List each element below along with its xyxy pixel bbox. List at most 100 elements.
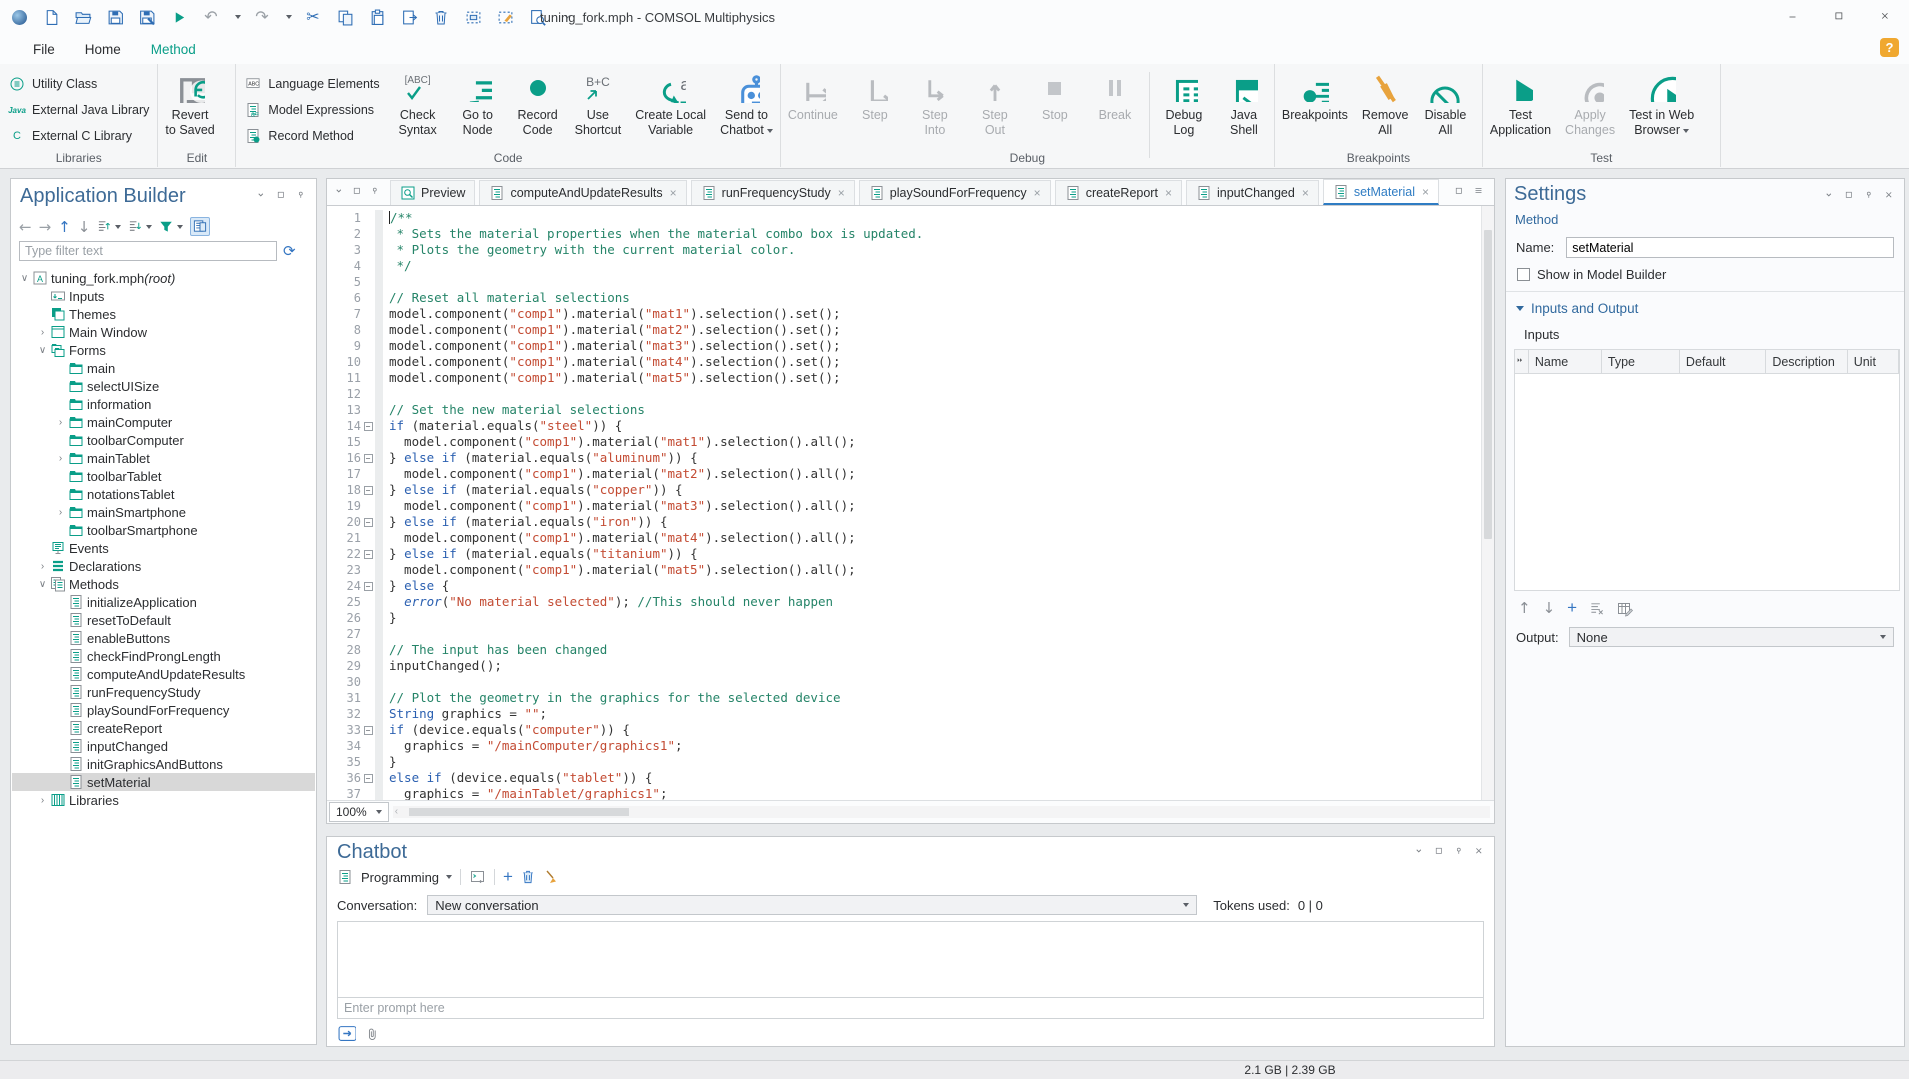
show-in-model-builder-checkbox[interactable] <box>1517 268 1530 281</box>
move-down-icon[interactable]: ↓ <box>78 218 91 236</box>
tree-item-main[interactable]: main <box>12 359 315 377</box>
add-row-icon[interactable]: + <box>1567 600 1577 618</box>
vertical-scrollbar[interactable] <box>1481 206 1494 800</box>
tab-file[interactable]: File <box>18 34 70 67</box>
new-file-button[interactable] <box>40 6 62 28</box>
test-application-button[interactable]: TestApplication <box>1483 68 1558 138</box>
close-tab-icon[interactable]: × <box>1422 185 1429 199</box>
tree-item-information[interactable]: information <box>12 395 315 413</box>
tree-item-themes[interactable]: Themes <box>12 305 315 323</box>
move-down-icon[interactable]: ↓ <box>1543 599 1556 618</box>
move-up-icon[interactable]: ↑ <box>58 218 71 236</box>
close-icon[interactable] <box>1863 0 1909 34</box>
code-editor[interactable]: 1/**2 * Sets the material properties whe… <box>327 206 1481 800</box>
select-button[interactable] <box>462 6 484 28</box>
tree-item-checkfindpronglength[interactable]: checkFindProngLength <box>12 647 315 665</box>
tree-item-notationstablet[interactable]: notationsTablet <box>12 485 315 503</box>
record-method-button[interactable]: Record Method <box>244 124 379 148</box>
fold-icon[interactable]: − <box>361 482 375 498</box>
tree-item-events[interactable]: Events <box>12 539 315 557</box>
tree-item-tuning-fork-mph[interactable]: ∨Atuning_fork.mph (root) <box>12 269 315 287</box>
chevron-down-icon[interactable] <box>257 191 268 202</box>
zoom-select[interactable]: 100% <box>329 802 389 822</box>
expand-icon[interactable]: › <box>54 453 67 464</box>
chatbot-mode-dropdown[interactable]: Programming <box>361 870 452 885</box>
inputs-table-body[interactable] <box>1515 374 1899 590</box>
test-in-web-browser-button[interactable]: Test in WebBrowser <box>1622 68 1701 138</box>
fold-icon[interactable]: − <box>361 722 375 738</box>
tab-home[interactable]: Home <box>70 34 136 67</box>
go-to-node-button[interactable]: Go toNode <box>448 68 508 138</box>
tab-list-icon[interactable] <box>1474 186 1486 198</box>
chevron-down-icon[interactable] <box>1825 191 1836 202</box>
model-expressions-button[interactable]: a=Model Expressions <box>244 98 379 122</box>
tree-item-setmaterial[interactable]: setMaterial <box>12 773 315 791</box>
undo-button[interactable]: ↶ <box>200 6 222 28</box>
close-tab-icon[interactable]: × <box>670 186 677 200</box>
close-tab-icon[interactable]: × <box>1165 186 1172 200</box>
method-name-input[interactable] <box>1566 237 1894 258</box>
tree-item-inputs[interactable]: Inputs <box>12 287 315 305</box>
duplicate-button[interactable] <box>398 6 420 28</box>
close-icon[interactable] <box>1475 847 1486 858</box>
maximize-icon[interactable] <box>1817 0 1863 34</box>
editor-tab-createreport[interactable]: createReport× <box>1055 180 1182 205</box>
clear-conversation-icon[interactable] <box>544 869 560 885</box>
inputs-and-output-section[interactable]: Inputs and Output <box>1516 301 1638 316</box>
tree-item-selectuisize[interactable]: selectUISize <box>12 377 315 395</box>
expand-icon[interactable]: › <box>36 561 49 572</box>
move-up-icon[interactable]: ↑ <box>1518 599 1531 618</box>
expand-icon[interactable]: › <box>54 417 67 428</box>
output-dropdown[interactable]: None <box>1569 627 1894 647</box>
forward-icon[interactable]: → <box>39 218 52 236</box>
close-tab-icon[interactable]: × <box>1302 186 1309 200</box>
fold-icon[interactable]: − <box>361 514 375 530</box>
delete-row-icon[interactable] <box>1589 601 1605 616</box>
pin-icon[interactable] <box>1865 191 1876 202</box>
tree-item-declarations[interactable]: ›Declarations <box>12 557 315 575</box>
record-code-button[interactable]: RecordCode <box>508 68 568 138</box>
tree-item-enablebuttons[interactable]: enableButtons <box>12 629 315 647</box>
java-shell-button[interactable]: JavaShell <box>1214 68 1274 138</box>
dropdown-caret[interactable] <box>283 8 292 26</box>
remove-all-button[interactable]: RemoveAll <box>1355 68 1416 138</box>
float-icon[interactable] <box>277 191 288 202</box>
horizontal-scrollbar[interactable]: ‹ <box>393 806 1490 818</box>
close-tab-icon[interactable]: × <box>1034 186 1041 200</box>
tree-item-toolbartablet[interactable]: toolbarTablet <box>12 467 315 485</box>
model-data-access-toggle[interactable] <box>190 217 210 236</box>
editor-tab-computeandupdateresults[interactable]: computeAndUpdateResults× <box>479 180 686 205</box>
fold-icon[interactable]: − <box>361 578 375 594</box>
tree-item-methods[interactable]: ∨Methods <box>12 575 315 593</box>
float-icon[interactable] <box>1845 191 1856 202</box>
chevron-down-icon[interactable] <box>335 187 346 198</box>
language-elements-button[interactable]: ABCLanguage Elements <box>244 72 379 96</box>
tree-item-playsoundforfrequency[interactable]: playSoundForFrequency <box>12 701 315 719</box>
refresh-icon[interactable]: ⟳ <box>283 242 296 261</box>
expand-all-icon[interactable] <box>128 219 152 234</box>
revert-to-saved-button[interactable]: Revertto Saved <box>158 68 221 138</box>
save-button[interactable] <box>104 6 126 28</box>
float-icon[interactable] <box>353 187 364 198</box>
external-c-library-button[interactable]: CExternal C Library <box>8 124 149 148</box>
breakpoints-button[interactable]: Breakpoints <box>1275 68 1355 123</box>
debug-log-button[interactable]: DebugLog <box>1154 68 1214 138</box>
pin-icon[interactable] <box>297 191 308 202</box>
collapse-icon[interactable]: ∨ <box>18 273 31 284</box>
dropdown-caret[interactable] <box>232 8 241 26</box>
tree-item-main-window[interactable]: ›Main Window <box>12 323 315 341</box>
chevron-down-icon[interactable] <box>1415 847 1426 858</box>
float-icon[interactable] <box>1435 847 1446 858</box>
utility-class-button[interactable]: Utility Class <box>8 72 149 96</box>
filter-input[interactable] <box>19 241 277 261</box>
close-tab-icon[interactable]: × <box>838 186 845 200</box>
tree-item-inputchanged[interactable]: inputChanged <box>12 737 315 755</box>
collapse-icon[interactable]: ∨ <box>36 345 49 356</box>
tree-item-toolbarcomputer[interactable]: toolbarComputer <box>12 431 315 449</box>
fold-icon[interactable]: − <box>361 450 375 466</box>
open-file-button[interactable] <box>72 6 94 28</box>
column-header-default[interactable]: Default <box>1680 350 1766 373</box>
attach-icon[interactable] <box>366 1026 380 1042</box>
help-icon[interactable]: ? <box>1880 38 1899 57</box>
tree-item-runfrequencystudy[interactable]: runFrequencyStudy <box>12 683 315 701</box>
